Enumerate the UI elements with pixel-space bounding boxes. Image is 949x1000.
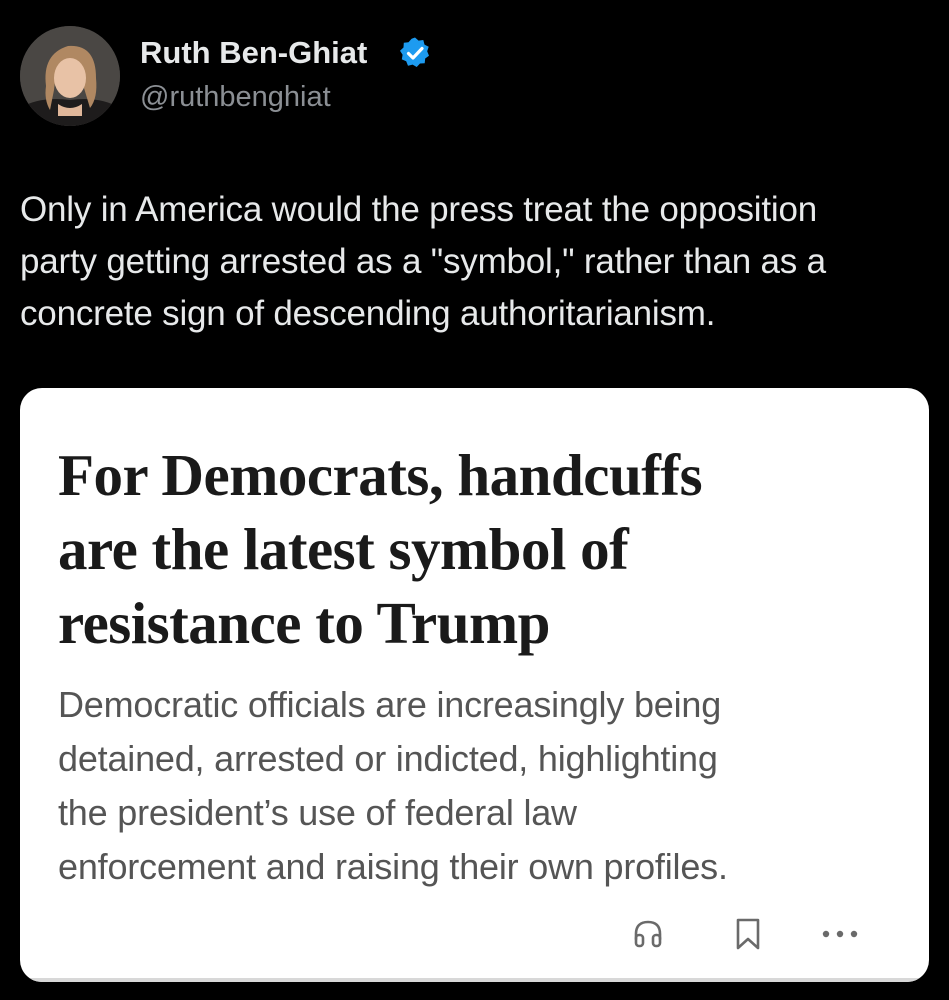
tweet: Ruth Ben-Ghiat @ruthbenghiat Only in Ame… (0, 0, 949, 1000)
deck-line: enforcement and raising their own profil… (58, 846, 728, 887)
bookmark-button[interactable] (726, 910, 770, 958)
deck-line: detained, arrested or indicted, highligh… (58, 738, 718, 779)
tweet-text: Only in America would the press treat th… (20, 184, 935, 340)
headline-line: are the latest symbol of (58, 516, 629, 582)
tweet-text-line: party getting arrested as a "symbol," ra… (20, 242, 826, 281)
article-headline: For Democrats, handcuffs are the latest … (58, 438, 908, 660)
article-card[interactable]: For Democrats, handcuffs are the latest … (20, 388, 929, 982)
deck-line: the president’s use of federal law (58, 792, 577, 833)
deck-line: Democratic officials are increasingly be… (58, 684, 722, 725)
bookmark-icon (736, 918, 760, 950)
author-name[interactable]: Ruth Ben-Ghiat (140, 34, 367, 72)
headline-line: resistance to Trump (58, 590, 550, 656)
more-options-button[interactable] (818, 910, 862, 958)
tweet-text-line: Only in America would the press treat th… (20, 190, 817, 229)
verified-badge-icon (398, 36, 432, 70)
article-actions (20, 910, 929, 962)
headline-line: For Democrats, handcuffs (58, 442, 703, 508)
author-handle[interactable]: @ruthbenghiat (140, 79, 331, 115)
listen-button[interactable] (626, 910, 670, 958)
more-options-icon (822, 930, 858, 938)
article-deck: Democratic officials are increasingly be… (58, 678, 908, 894)
avatar-image (20, 26, 120, 126)
headphones-icon (634, 920, 662, 948)
tweet-text-line: concrete sign of descending authoritaria… (20, 294, 716, 333)
card-divider (20, 978, 929, 982)
avatar[interactable] (20, 26, 120, 126)
